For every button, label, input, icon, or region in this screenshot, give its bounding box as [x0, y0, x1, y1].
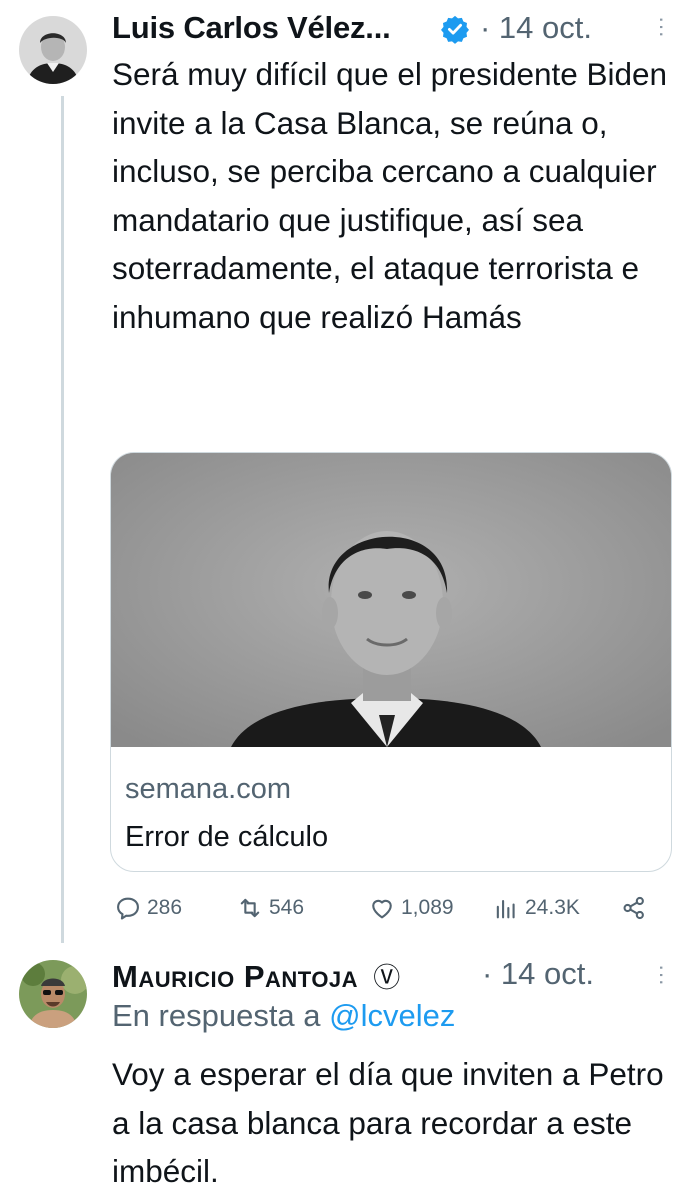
- thread-connector-line: [61, 96, 64, 943]
- reply-count: 286: [147, 896, 183, 919]
- card-domain: semana.com: [125, 773, 292, 805]
- reply-author-name[interactable]: Mauricio Pantoja Ⓥ: [112, 956, 401, 995]
- views-chart-icon: [496, 899, 515, 919]
- reply-author-badge: Ⓥ: [373, 963, 401, 993]
- reply-avatar[interactable]: [19, 960, 87, 1028]
- reply-more-options-icon[interactable]: ···: [649, 964, 675, 986]
- retweet-count: 546: [269, 896, 305, 919]
- share-icon: [623, 896, 644, 920]
- verified-badge-icon: [440, 14, 470, 49]
- views-count: 24.3K: [525, 896, 580, 919]
- retweet-icon: [240, 898, 260, 918]
- reply-timestamp[interactable]: · 14 oct.: [482, 956, 594, 992]
- tweet-timestamp[interactable]: · 14 oct.: [480, 10, 592, 46]
- reply-button[interactable]: 286: [114, 894, 182, 922]
- like-count: 1,089: [401, 896, 454, 919]
- reply-author-name-text: Mauricio Pantoja: [112, 959, 359, 994]
- reply-text: Voy a esperar el día que inviten a Petro…: [112, 1056, 664, 1189]
- card-title: Error de cálculo: [125, 821, 329, 853]
- card-image: [111, 453, 671, 747]
- reply-icon: [117, 897, 139, 920]
- in-reply-to-handle-link[interactable]: @lcvelez: [329, 998, 455, 1033]
- share-button[interactable]: [620, 894, 653, 922]
- link-preview-card[interactable]: semana.com Error de cálculo: [110, 452, 672, 872]
- more-options-icon[interactable]: ···: [649, 16, 675, 38]
- retweet-button[interactable]: 546: [236, 894, 304, 922]
- like-button[interactable]: 1,089: [368, 894, 454, 922]
- tweet-actions: 286 546 1,089 24.3K: [110, 894, 670, 928]
- avatar[interactable]: [19, 16, 87, 84]
- heart-icon: [372, 899, 392, 919]
- in-reply-to: En respuesta a @lcvelez: [112, 998, 455, 1034]
- views-button[interactable]: 24.3K: [492, 894, 580, 922]
- tweet-text: Será muy difícil que el presidente Biden…: [112, 56, 668, 335]
- author-name[interactable]: Luis Carlos Vélez...: [112, 10, 391, 46]
- in-reply-to-label: En respuesta a: [112, 998, 321, 1033]
